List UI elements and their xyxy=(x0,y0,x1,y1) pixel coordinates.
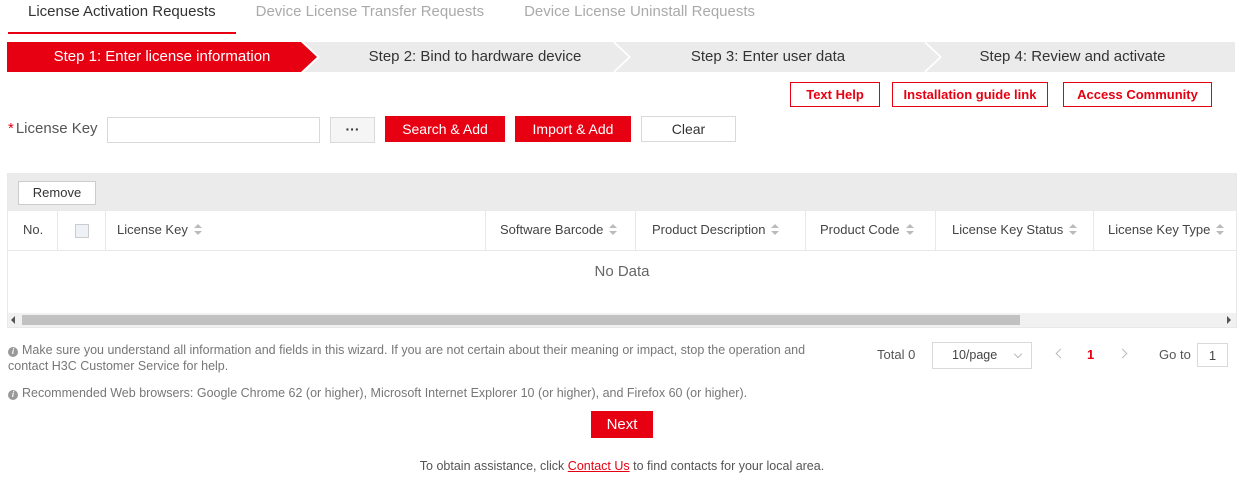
request-tabs: License Activation Requests Device Licen… xyxy=(8,0,775,34)
page-size-value: 10/page xyxy=(952,348,998,362)
step-2-label: Step 2: Bind to hardware device xyxy=(368,48,582,65)
column-no-label: No. xyxy=(23,222,44,237)
license-key-label-text: License Key xyxy=(15,120,98,137)
wizard-note-line2: contact H3C Customer Service for help. xyxy=(8,359,229,373)
access-community-button[interactable]: Access Community xyxy=(1063,82,1212,107)
table-header: No. License Key Software Barcode Product… xyxy=(8,211,1236,251)
info-icon: i xyxy=(8,390,18,400)
step-3-label: Step 3: Enter user data xyxy=(690,48,846,65)
license-key-input[interactable] xyxy=(107,117,320,143)
wizard-note: i Make sure you understand all informatio… xyxy=(8,342,868,374)
goto-page-input[interactable] xyxy=(1197,343,1228,367)
column-license-key[interactable]: License Key xyxy=(106,211,486,251)
license-key-label: * License Key xyxy=(8,120,98,137)
step-4: Step 4: Review and activate xyxy=(926,42,1235,72)
scroll-left-icon[interactable] xyxy=(11,316,15,324)
column-license-key-status[interactable]: License Key Status xyxy=(936,211,1094,251)
wizard-note-line1: Make sure you understand all information… xyxy=(22,343,806,357)
step-1-label: Step 1: Enter license information xyxy=(53,48,271,65)
search-add-button[interactable]: Search & Add xyxy=(385,116,505,142)
column-license-key-type-label: License Key Type xyxy=(1108,222,1211,237)
page-size-select[interactable]: 10/page xyxy=(932,342,1032,369)
assistance-text-before: To obtain assistance, click xyxy=(419,459,568,473)
step-1: Step 1: Enter license information xyxy=(7,42,317,72)
goto-label: Go to xyxy=(1159,347,1191,362)
sort-icon[interactable] xyxy=(771,223,780,236)
browser-note: i Recommended Web browsers: Google Chrome… xyxy=(8,385,868,401)
tab-device-license-uninstall[interactable]: Device License Uninstall Requests xyxy=(504,0,775,34)
previous-page-icon[interactable] xyxy=(1055,348,1066,359)
text-help-button[interactable]: Text Help xyxy=(790,82,880,107)
next-page-icon[interactable] xyxy=(1117,348,1128,359)
contact-us-link[interactable]: Contact Us xyxy=(568,459,630,473)
total-count: Total 0 xyxy=(877,347,916,362)
browser-note-text: Recommended Web browsers: Google Chrome … xyxy=(22,386,748,400)
remove-button[interactable]: Remove xyxy=(18,181,96,205)
installation-guide-link-button[interactable]: Installation guide link xyxy=(892,82,1048,107)
scrollbar-thumb[interactable] xyxy=(22,315,1020,325)
assistance-text: To obtain assistance, click Contact Us t… xyxy=(0,459,1238,473)
clear-button[interactable]: Clear xyxy=(641,116,736,142)
empty-table-message: No Data xyxy=(594,263,650,280)
scroll-right-icon[interactable] xyxy=(1227,316,1231,324)
column-product-description-label: Product Description xyxy=(652,222,766,237)
step-3: Step 3: Enter user data xyxy=(615,42,941,72)
wizard-steps: Step 1: Enter license information Step 2… xyxy=(7,42,1235,72)
required-marker: * xyxy=(8,120,14,137)
info-icon: i xyxy=(8,347,18,357)
sort-icon[interactable] xyxy=(1216,223,1225,236)
horizontal-scrollbar[interactable] xyxy=(8,313,1236,327)
page-number-current[interactable]: 1 xyxy=(1087,347,1094,362)
sort-icon[interactable] xyxy=(905,223,915,236)
table-toolbar: Remove xyxy=(8,173,1236,211)
sort-icon[interactable] xyxy=(609,223,618,236)
column-product-code-label: Product Code xyxy=(820,222,900,237)
column-license-key-type[interactable]: License Key Type xyxy=(1094,211,1236,251)
sort-icon[interactable] xyxy=(193,223,203,236)
license-table: Remove No. License Key Software Barcode … xyxy=(7,173,1237,328)
step-2: Step 2: Bind to hardware device xyxy=(304,42,630,72)
column-software-barcode-label: Software Barcode xyxy=(500,222,604,237)
step-4-label: Step 4: Review and activate xyxy=(979,48,1166,65)
column-product-description[interactable]: Product Description xyxy=(636,211,806,251)
tab-device-license-transfer[interactable]: Device License Transfer Requests xyxy=(236,0,504,34)
tab-license-activation[interactable]: License Activation Requests xyxy=(8,0,236,34)
column-software-barcode[interactable]: Software Barcode xyxy=(486,211,636,251)
column-product-code[interactable]: Product Code xyxy=(806,211,936,251)
browse-button[interactable]: ··· xyxy=(330,117,375,143)
import-add-button[interactable]: Import & Add xyxy=(515,116,631,142)
select-all-checkbox[interactable] xyxy=(75,223,89,238)
column-select-all xyxy=(58,211,106,251)
column-license-key-label: License Key xyxy=(117,222,188,237)
chevron-down-icon xyxy=(1013,349,1023,359)
column-no: No. xyxy=(8,211,58,251)
column-license-key-status-label: License Key Status xyxy=(952,222,1064,237)
assistance-text-after: to find contacts for your local area. xyxy=(629,459,825,473)
sort-icon[interactable] xyxy=(1069,223,1078,236)
next-button[interactable]: Next xyxy=(591,411,653,438)
